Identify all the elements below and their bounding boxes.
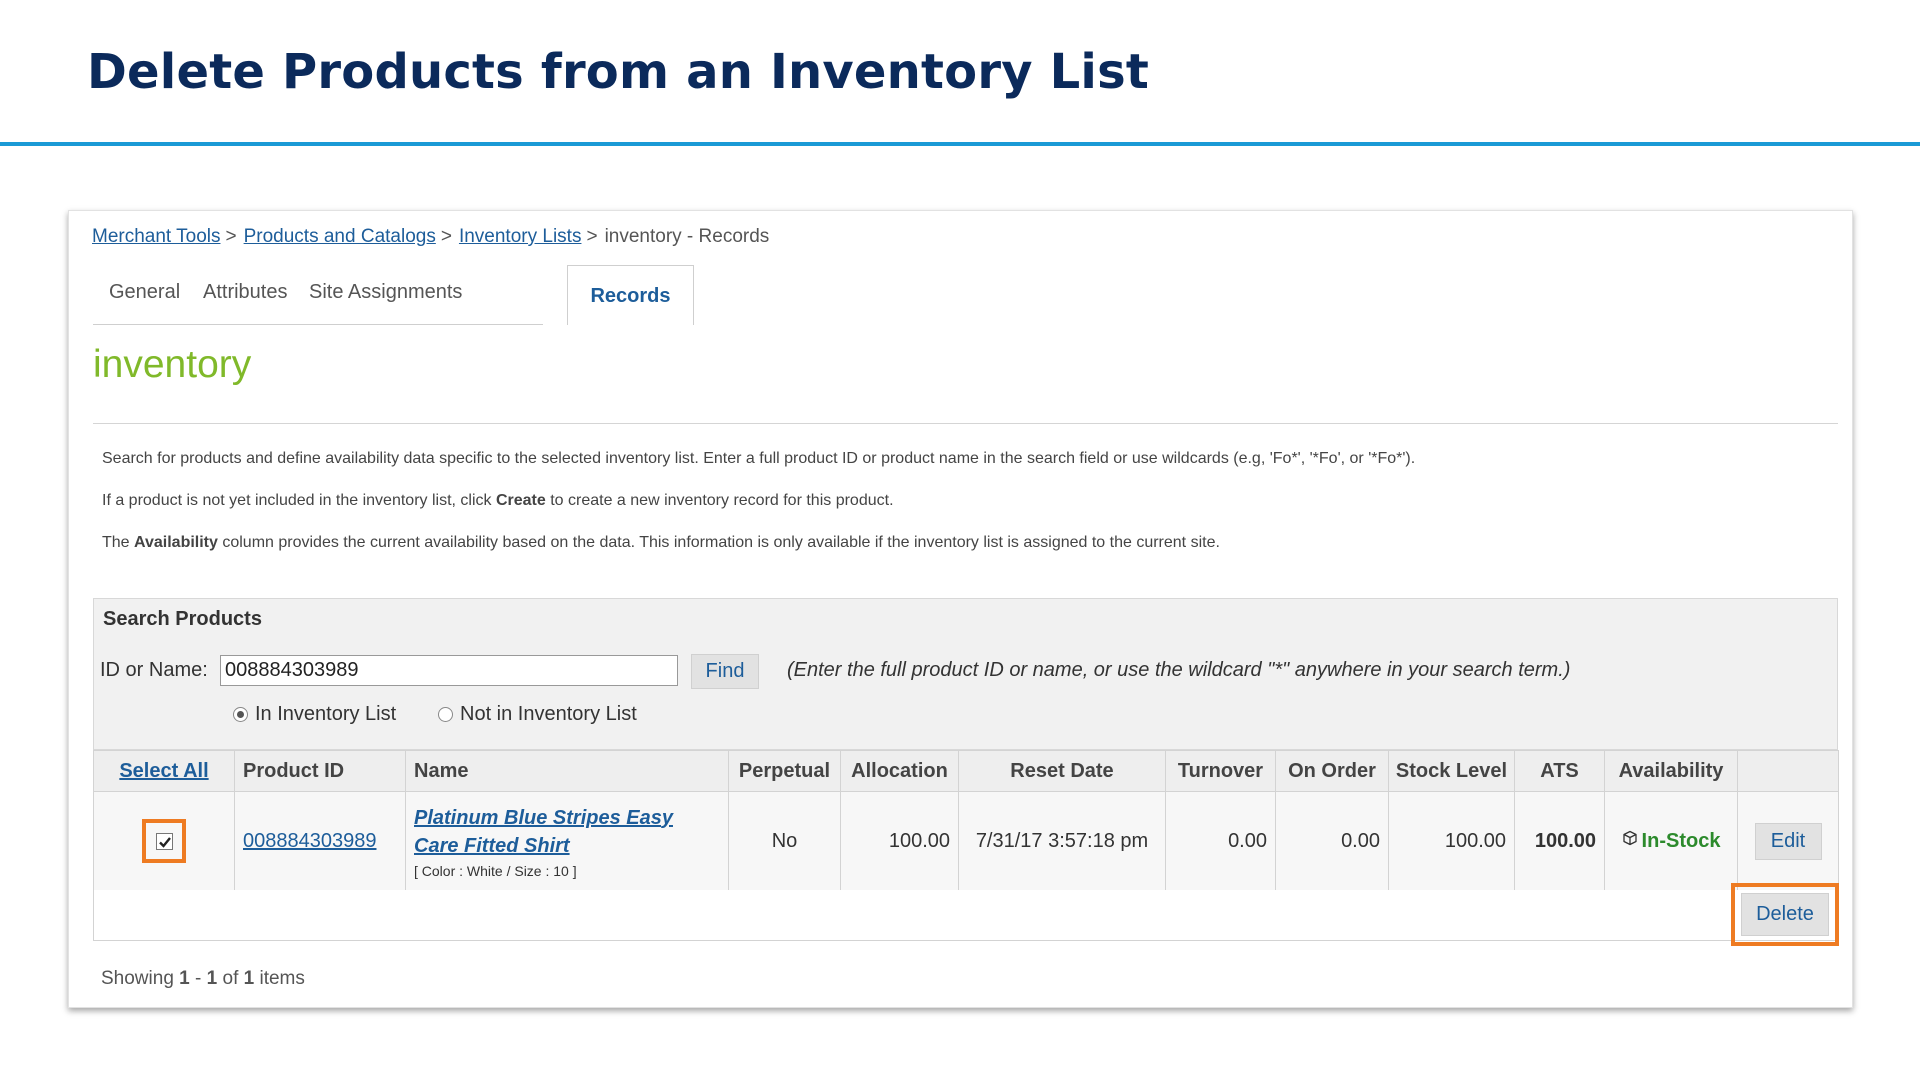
table-header-row: Select All Product ID Name Perpetual All… xyxy=(93,750,1839,792)
title-underline xyxy=(0,142,1920,146)
actions-cell: Edit xyxy=(1737,791,1839,891)
showing-total: 1 xyxy=(243,968,255,989)
breadcrumb: Merchant Tools > Products and Catalogs > Inv… xyxy=(92,226,769,248)
perpetual-cell: No xyxy=(728,791,841,891)
radio-in-inventory-list[interactable]: In Inventory List xyxy=(233,703,396,726)
tab-underline xyxy=(93,324,543,325)
breadcrumb-separator: > xyxy=(440,226,452,247)
tab-site-assignments[interactable]: Site Assignments xyxy=(309,281,462,304)
table-row: 008884303989 Platinum Blue Stripes Easy C… xyxy=(93,791,1839,891)
availability-cell: In-Stock xyxy=(1604,791,1738,891)
column-header-name: Name xyxy=(405,750,729,792)
table-action-bar xyxy=(93,890,1838,941)
column-header-allocation: Allocation xyxy=(840,750,959,792)
select-all-header: Select All xyxy=(93,750,235,792)
column-header-stock-level: Stock Level xyxy=(1388,750,1515,792)
info-text: If a product is not yet included in the … xyxy=(102,492,496,509)
info-text: column provides the current availability… xyxy=(217,534,1220,551)
column-header-product-id: Product ID xyxy=(234,750,406,792)
allocation-cell: 100.00 xyxy=(840,791,959,891)
showing-to: 1 xyxy=(206,968,218,989)
select-all-link[interactable]: Select All xyxy=(119,760,208,782)
column-header-reset-date: Reset Date xyxy=(958,750,1166,792)
business-manager-panel: Merchant Tools > Products and Catalogs > Inv… xyxy=(68,210,1853,1008)
find-button[interactable]: Find xyxy=(691,654,759,689)
info-line-availability: The Availability column provides the cur… xyxy=(102,534,1220,552)
product-name-line: Platinum Blue Stripes Easy xyxy=(414,806,673,829)
product-name-link[interactable]: Platinum Blue Stripes Easy Care Fitted Sh… xyxy=(414,804,727,860)
product-id-link[interactable]: 008884303989 xyxy=(243,830,376,852)
breadcrumb-inventory-lists[interactable]: Inventory Lists xyxy=(459,226,582,247)
checkmark-icon xyxy=(159,837,171,848)
breadcrumb-merchant-tools[interactable]: Merchant Tools xyxy=(92,226,221,247)
tab-records[interactable]: Records xyxy=(567,265,694,325)
availability-label: In-Stock xyxy=(1641,829,1721,852)
ats-cell: 100.00 xyxy=(1514,791,1605,891)
breadcrumb-current: inventory - Records xyxy=(604,226,770,247)
pagination-summary: Showing 1 - 1 of 1 items xyxy=(101,968,305,990)
product-name-cell: Platinum Blue Stripes Easy Care Fitted Sh… xyxy=(405,791,729,891)
column-header-turnover: Turnover xyxy=(1165,750,1276,792)
tab-bar: General Attributes Site Assignments Reco… xyxy=(93,265,694,325)
on-order-cell: 0.00 xyxy=(1275,791,1389,891)
info-line-search: Search for products and define availabil… xyxy=(102,450,1416,467)
radio-unselected-icon xyxy=(438,707,453,722)
package-icon xyxy=(1622,830,1637,845)
info-text: The xyxy=(102,534,135,551)
tab-attributes[interactable]: Attributes xyxy=(203,281,287,304)
search-products-box: Search Products ID or Name: Find (Enter … xyxy=(93,598,1838,750)
showing-from: 1 xyxy=(179,968,190,989)
column-header-perpetual: Perpetual xyxy=(728,750,841,792)
delete-button-highlight: Delete xyxy=(1731,883,1839,946)
radio-not-in-inventory-list[interactable]: Not in Inventory List xyxy=(438,703,637,726)
showing-text: of xyxy=(217,968,244,989)
search-hint: (Enter the full product ID or name, or u… xyxy=(787,659,1571,681)
row-select-checkbox-highlight[interactable] xyxy=(142,819,186,863)
tab-general[interactable]: General xyxy=(109,281,180,304)
row-select-checkbox[interactable] xyxy=(156,833,173,850)
radio-label: In Inventory List xyxy=(255,703,397,725)
radio-selected-icon xyxy=(233,707,248,722)
delete-button[interactable]: Delete xyxy=(1741,893,1829,936)
product-name-line: Care Fitted Shirt xyxy=(414,834,570,857)
product-id-cell: 008884303989 xyxy=(234,791,406,891)
showing-text: - xyxy=(189,968,207,989)
id-or-name-label: ID or Name: xyxy=(100,659,208,681)
row-select-cell xyxy=(93,791,235,891)
info-text: to create a new inventory record for thi… xyxy=(545,492,894,509)
column-header-ats: ATS xyxy=(1514,750,1605,792)
radio-label: Not in Inventory List xyxy=(460,703,637,725)
breadcrumb-separator: > xyxy=(586,226,598,247)
page-heading: inventory xyxy=(93,343,252,386)
turnover-cell: 0.00 xyxy=(1165,791,1276,891)
availability-status: In-Stock xyxy=(1622,829,1721,852)
info-bold-create: Create xyxy=(495,492,546,509)
column-header-on-order: On Order xyxy=(1275,750,1389,792)
showing-text: Showing xyxy=(101,968,180,989)
breadcrumb-products-and-catalogs[interactable]: Products and Catalogs xyxy=(244,226,436,247)
reset-date-cell: 7/31/17 3:57:18 pm xyxy=(958,791,1166,891)
slide-title: Delete Products from an Inventory List xyxy=(87,44,1149,100)
inventory-records-table: Select All Product ID Name Perpetual All… xyxy=(93,750,1839,891)
showing-text: items xyxy=(254,968,305,989)
search-input[interactable] xyxy=(220,655,678,686)
search-title: Search Products xyxy=(103,608,262,630)
info-line-create: If a product is not yet included in the … xyxy=(102,492,894,510)
heading-divider xyxy=(93,423,1838,424)
edit-button[interactable]: Edit xyxy=(1754,822,1822,860)
info-bold-availability: Availability xyxy=(134,534,218,551)
column-header-actions xyxy=(1737,750,1839,792)
column-header-availability: Availability xyxy=(1604,750,1738,792)
product-variant: [ Color : White / Size : 10 ] xyxy=(414,862,577,879)
stock-level-cell: 100.00 xyxy=(1388,791,1515,891)
breadcrumb-separator: > xyxy=(225,226,237,247)
